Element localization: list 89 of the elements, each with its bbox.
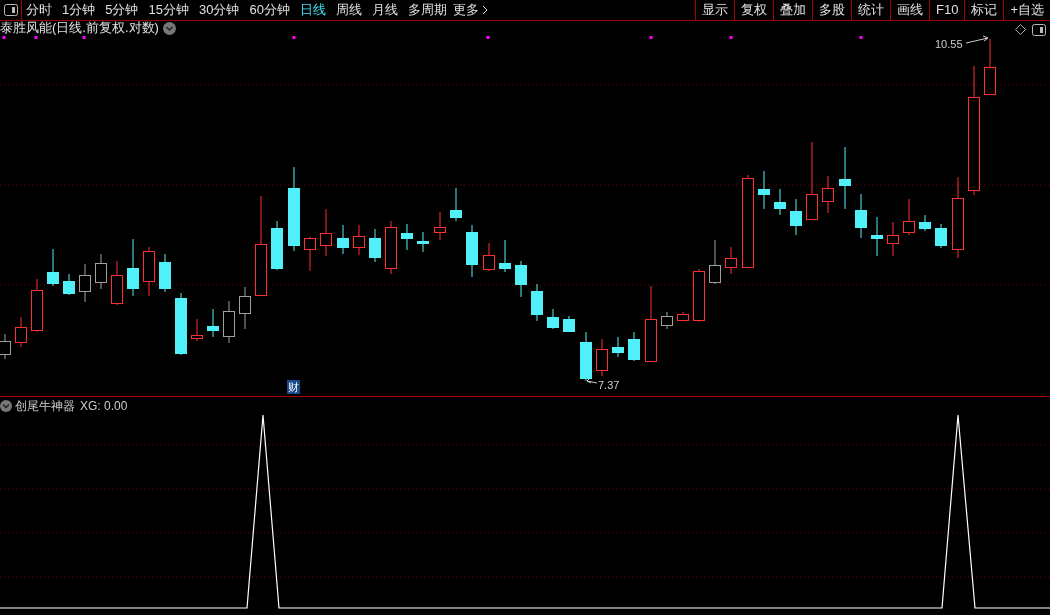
candlestick — [223, 300, 235, 344]
candlestick — [15, 316, 27, 348]
candlestick — [207, 308, 219, 338]
candlestick — [239, 286, 251, 330]
candlestick — [31, 278, 43, 333]
toolbar-button[interactable]: 标记 — [964, 0, 1004, 20]
candlestick — [628, 331, 640, 362]
candlestick — [191, 318, 203, 342]
candlestick — [271, 220, 283, 271]
period-tab[interactable]: 多周期 — [407, 0, 447, 20]
candlestick — [466, 224, 478, 278]
candlestick — [547, 308, 559, 330]
candlestick — [143, 246, 155, 297]
dropdown-icon[interactable] — [0, 400, 12, 412]
candlestick — [871, 216, 883, 257]
panel-toggle-icon[interactable] — [1032, 24, 1046, 36]
period-tab[interactable]: 60分钟 — [249, 0, 290, 20]
period-tab[interactable]: 1分钟 — [62, 0, 96, 20]
toolbar-button[interactable]: 统计 — [851, 0, 890, 20]
candlestick — [677, 311, 689, 322]
candlestick — [499, 239, 511, 273]
candlestick — [887, 221, 899, 257]
candlestick — [320, 208, 332, 257]
candlestick — [596, 338, 608, 377]
candlestick — [483, 242, 495, 272]
more-tab[interactable]: 更多 — [452, 0, 479, 20]
candlestick — [725, 246, 737, 275]
candlestick — [175, 292, 187, 356]
toolbar-button[interactable]: 叠加 — [773, 0, 812, 20]
candlestick — [580, 331, 592, 382]
period-tab[interactable]: 5分钟 — [105, 0, 139, 20]
high-price-label: 10.55 — [935, 37, 963, 52]
candlestick — [47, 248, 59, 287]
arrow-icon — [965, 35, 989, 44]
candlestick — [984, 38, 996, 96]
candlestick — [661, 311, 673, 330]
candlestick — [935, 223, 947, 249]
candlestick — [758, 170, 770, 210]
diamond-icon[interactable] — [1015, 24, 1026, 35]
candlestick — [159, 253, 171, 293]
arrow-icon — [586, 377, 598, 384]
candlestick — [111, 260, 123, 306]
period-tab[interactable]: 15分钟 — [148, 0, 189, 20]
candlestick — [95, 253, 107, 290]
toolbar-button[interactable]: F10 — [929, 0, 965, 20]
candlestick — [127, 238, 139, 297]
event-marker[interactable]: 财 — [287, 380, 300, 394]
candlestick — [0, 333, 11, 360]
candlestick — [304, 236, 316, 272]
candlestick — [353, 224, 365, 256]
toolbar-button[interactable]: 画线 — [890, 0, 929, 20]
chevron-right-icon[interactable] — [481, 5, 488, 15]
indicator-reading: XG: 0.00 — [80, 398, 128, 415]
candlestick — [450, 187, 462, 222]
toolbar-button[interactable]: 显示 — [695, 0, 734, 20]
candlestick — [515, 260, 527, 298]
period-tab[interactable]: 周线 — [335, 0, 362, 20]
toolbar-button[interactable]: 多股 — [812, 0, 851, 20]
candlestick — [417, 231, 429, 253]
period-tab[interactable]: 分时 — [26, 0, 52, 20]
period-tab[interactable]: 日线 — [299, 0, 326, 20]
candlestick — [839, 146, 851, 210]
candlestick — [563, 315, 575, 333]
candlestick — [369, 228, 381, 263]
dropdown-icon[interactable] — [162, 21, 176, 35]
candlestick — [531, 283, 543, 322]
candlestick — [855, 193, 867, 239]
toolbar-button[interactable]: 复权 — [734, 0, 773, 20]
candlestick — [919, 214, 931, 232]
candlestick — [63, 273, 75, 296]
indicator-name: 创尾牛神器 — [15, 398, 75, 415]
candlestick — [903, 198, 915, 236]
period-tab[interactable]: 月线 — [371, 0, 398, 20]
panel-toggle-icon[interactable] — [3, 4, 18, 16]
candlestick — [385, 220, 397, 275]
candlestick — [79, 263, 91, 303]
candlestick — [774, 188, 786, 216]
candlestick — [434, 211, 446, 241]
candlestick — [822, 175, 834, 214]
candlestick — [337, 224, 349, 255]
candlestick — [790, 198, 802, 236]
toolbar-button[interactable]: +自选 — [1003, 0, 1050, 20]
low-price-label: 7.37 — [598, 378, 620, 393]
candlestick — [612, 336, 624, 358]
candlestick — [401, 223, 413, 251]
candlestick — [693, 268, 705, 323]
period-tab[interactable]: 30分钟 — [198, 0, 240, 20]
candlestick — [709, 239, 721, 285]
chart-title: 泰胜风能(日线.前复权.对数) — [0, 21, 159, 35]
